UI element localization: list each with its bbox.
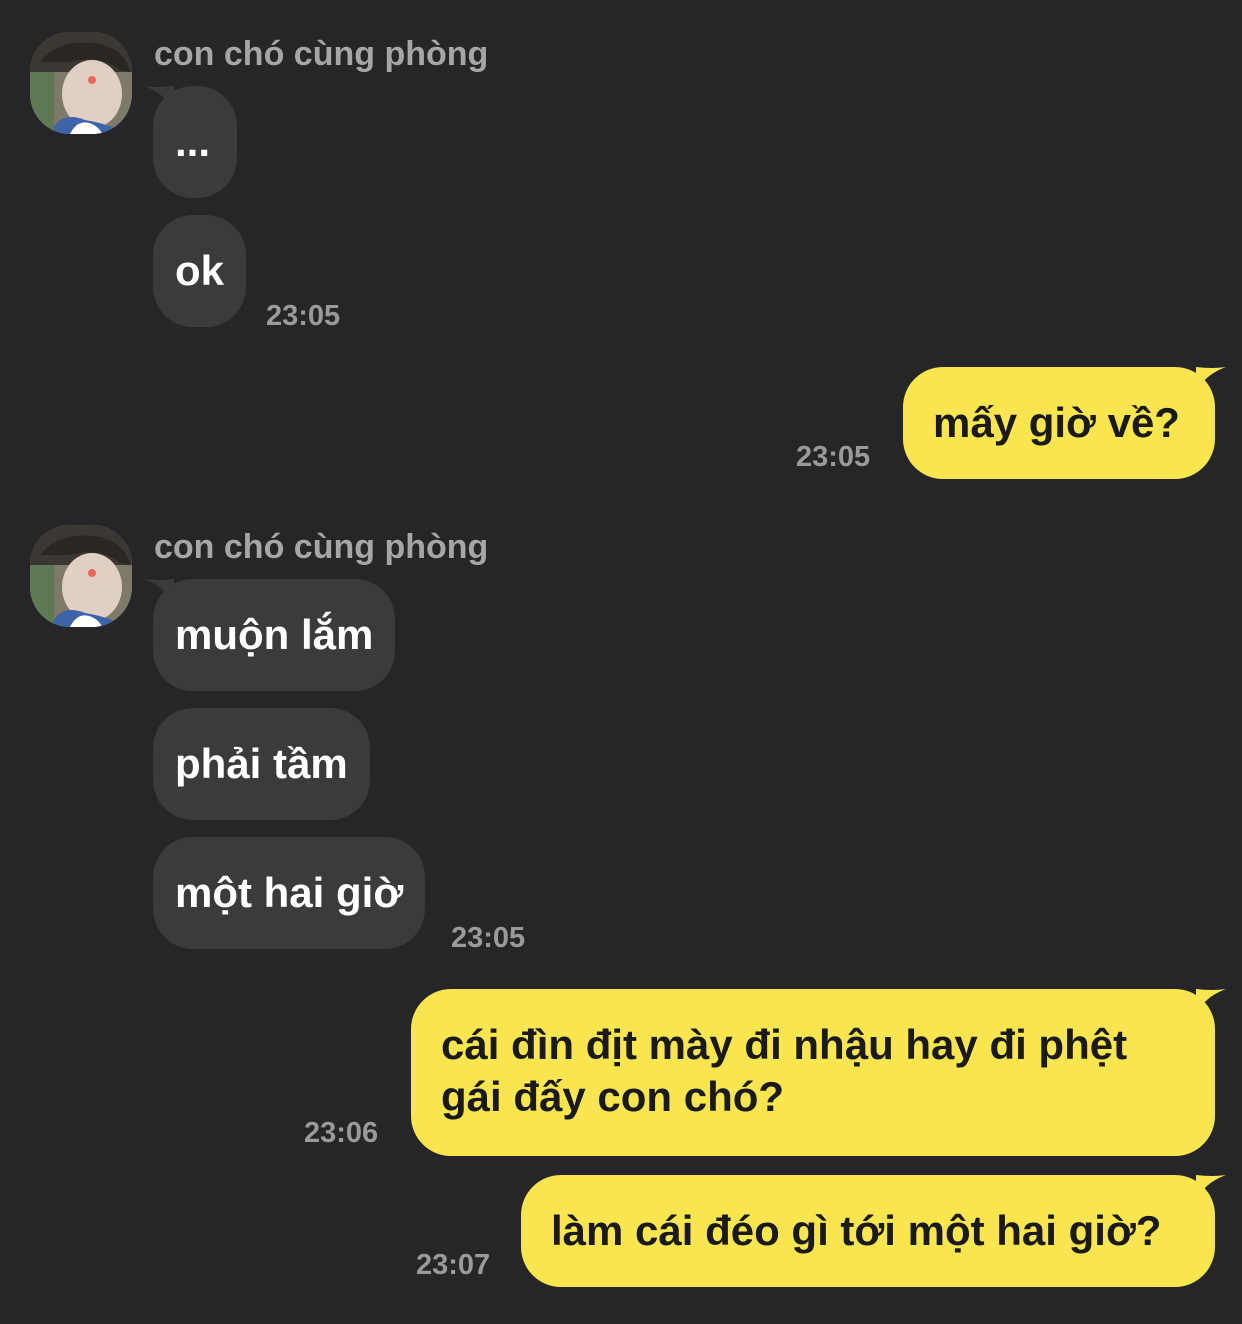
message-text: một hai giờ [175,869,404,916]
outgoing-message-bubble[interactable]: cái đìn địt mày đi nhậu hay đi phệt gái … [411,989,1215,1156]
incoming-message-bubble[interactable]: ... [153,86,237,198]
message-text: cái đìn địt mày đi nhậu hay đi phệt gái … [441,1021,1128,1120]
message-text: ... [175,118,211,165]
incoming-message-bubble[interactable]: muộn lắm [153,579,396,691]
bubble-tail [1196,367,1226,393]
message-timestamp: 23:05 [796,441,871,473]
message-timestamp: 23:07 [416,1249,491,1281]
incoming-message-bubble[interactable]: phải tầm [153,708,370,820]
message-text: mấy giờ về? [933,399,1180,446]
message-text: ok [175,247,225,294]
message-timestamp: 23:06 [304,1117,379,1149]
outgoing-message-bubble[interactable]: làm cái đéo gì tới một hai giờ? [521,1175,1215,1287]
bubble-tail [1196,989,1226,1015]
sender-name: con chó cùng phòng [154,35,489,73]
message-text: làm cái đéo gì tới một hai giờ? [551,1207,1162,1254]
bubble-tail [1196,1175,1226,1201]
incoming-message-bubble[interactable]: ok [153,215,247,327]
message-timestamp: 23:05 [451,922,526,954]
sender-name: con chó cùng phòng [154,528,489,566]
message-timestamp: 23:05 [266,300,341,332]
incoming-message-bubble[interactable]: một hai giờ [153,837,426,949]
avatar[interactable] [30,525,132,627]
outgoing-message-bubble[interactable]: mấy giờ về? [903,367,1215,479]
message-text: muộn lắm [175,611,374,658]
avatar[interactable] [30,32,132,134]
message-text: phải tầm [175,740,348,787]
